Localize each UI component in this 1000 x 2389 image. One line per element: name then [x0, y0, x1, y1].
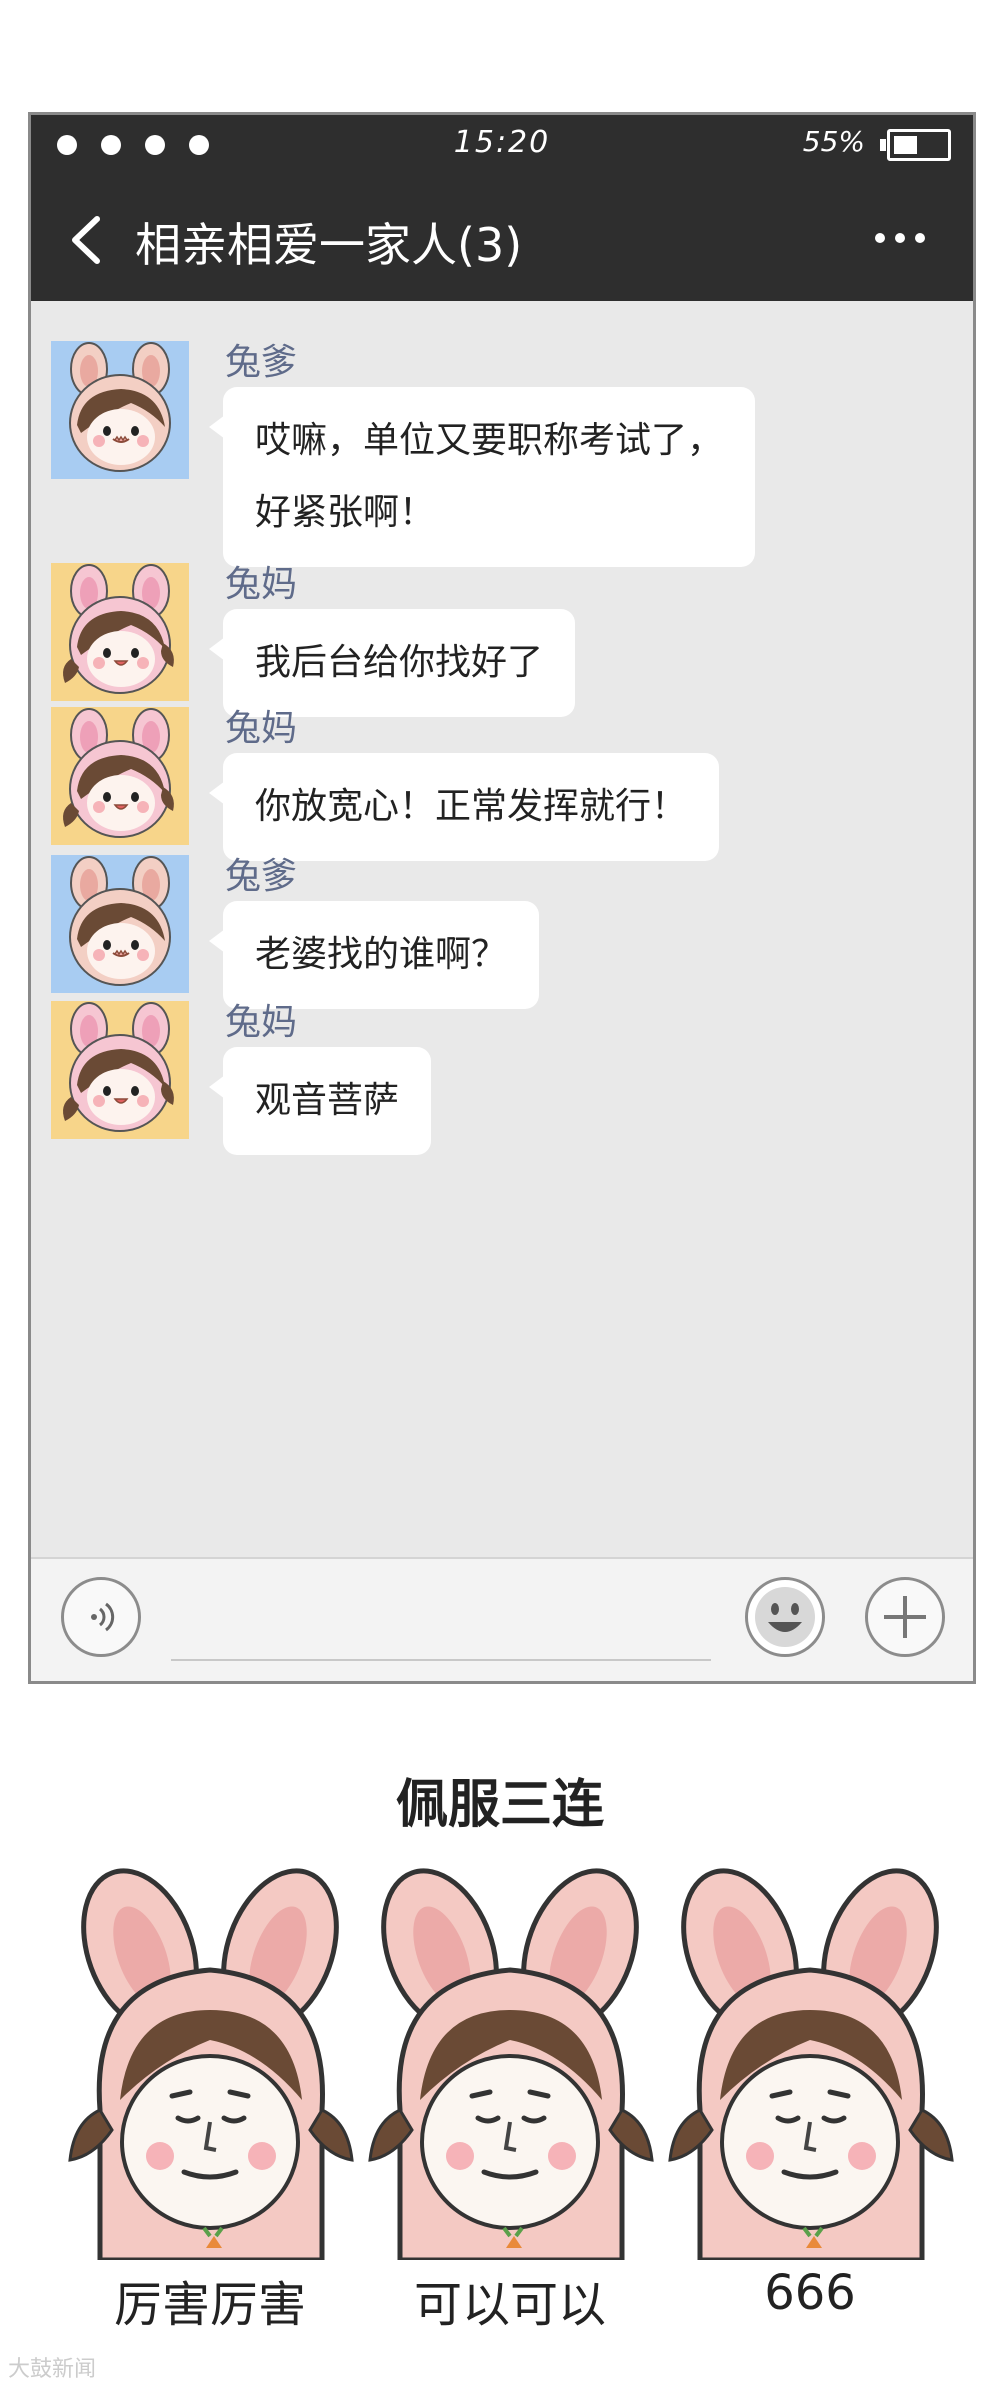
rabbit-sticker-image — [60, 1860, 360, 2263]
rabbit-mom-avatar[interactable] — [51, 707, 189, 845]
sender-name: 兔妈 — [225, 708, 298, 749]
message-text: 好紧张啊！ — [255, 492, 436, 533]
emoji-button[interactable] — [745, 1577, 825, 1657]
input-bar — [31, 1557, 973, 1681]
sender-name: 兔妈 — [225, 564, 298, 605]
more-options-icon[interactable] — [875, 233, 925, 245]
message-input[interactable] — [171, 1659, 711, 1661]
status-bar: 15:20 55% — [31, 115, 973, 177]
smiley-icon — [755, 1587, 815, 1647]
add-attachment-button[interactable] — [865, 1577, 945, 1657]
message-bubble[interactable]: 观音菩萨 — [208, 1047, 432, 1155]
sender-name: 兔妈 — [225, 1002, 298, 1043]
message-text: 观音菩萨 — [255, 1080, 400, 1121]
voice-icon — [91, 1602, 115, 1632]
sender-name: 兔爹 — [225, 856, 298, 897]
sticker-section-title: 佩服三连 — [395, 1775, 604, 1835]
message-list: 兔爹 哎嘛，单位又要职称考试了， 好紧张啊！ 兔妈 我后台给你找好了 兔妈 你放宽心！正… — [31, 301, 973, 1677]
rabbit-sticker-image — [360, 1860, 660, 2263]
sticker-caption: 可以可以 — [413, 2277, 606, 2333]
battery-percent: 55% — [802, 125, 865, 158]
message-bubble[interactable]: 哎嘛，单位又要职称考试了， 好紧张啊！ — [208, 387, 756, 567]
back-arrow-icon[interactable] — [67, 215, 107, 265]
battery-icon — [880, 129, 951, 161]
rabbit-dad-avatar[interactable] — [51, 855, 189, 993]
rabbit-mom-avatar[interactable] — [51, 563, 189, 701]
chat-header: 相亲相爱一家人(3) — [31, 177, 973, 301]
sticker-caption: 厉害厉害 — [113, 2277, 306, 2333]
phone-frame: 15:20 55% 相亲相爱一家人(3) 兔爹 哎嘛，单位又要职称考试了， 好紧张啊… — [28, 112, 976, 1684]
message-item: 兔爹哎嘛，单位又要职称考试了， 好紧张啊！ — [31, 341, 973, 567]
chat-title: 相亲相爱一家人(3) — [135, 218, 523, 272]
message-text: 我后台给你找好了 — [255, 642, 544, 683]
rabbit-dad-avatar[interactable] — [51, 341, 189, 479]
message-text: 哎嘛，单位又要职称考试了， — [255, 420, 724, 461]
sticker-caption: 666 — [764, 2265, 856, 2321]
watermark: 大鼓新闻 — [8, 2357, 97, 2382]
rabbit-mom-avatar[interactable] — [51, 1001, 189, 1139]
rabbit-sticker-image — [660, 1860, 960, 2263]
message-text: 老婆找的谁啊？ — [255, 934, 508, 975]
sender-name: 兔爹 — [225, 342, 298, 383]
voice-input-button[interactable] — [61, 1577, 141, 1657]
message-bubble[interactable]: 你放宽心！正常发挥就行！ — [208, 753, 720, 861]
message-item: 兔妈观音菩萨 — [31, 1001, 973, 1221]
plus-icon — [884, 1596, 926, 1638]
message-text: 你放宽心！正常发挥就行！ — [255, 786, 688, 827]
